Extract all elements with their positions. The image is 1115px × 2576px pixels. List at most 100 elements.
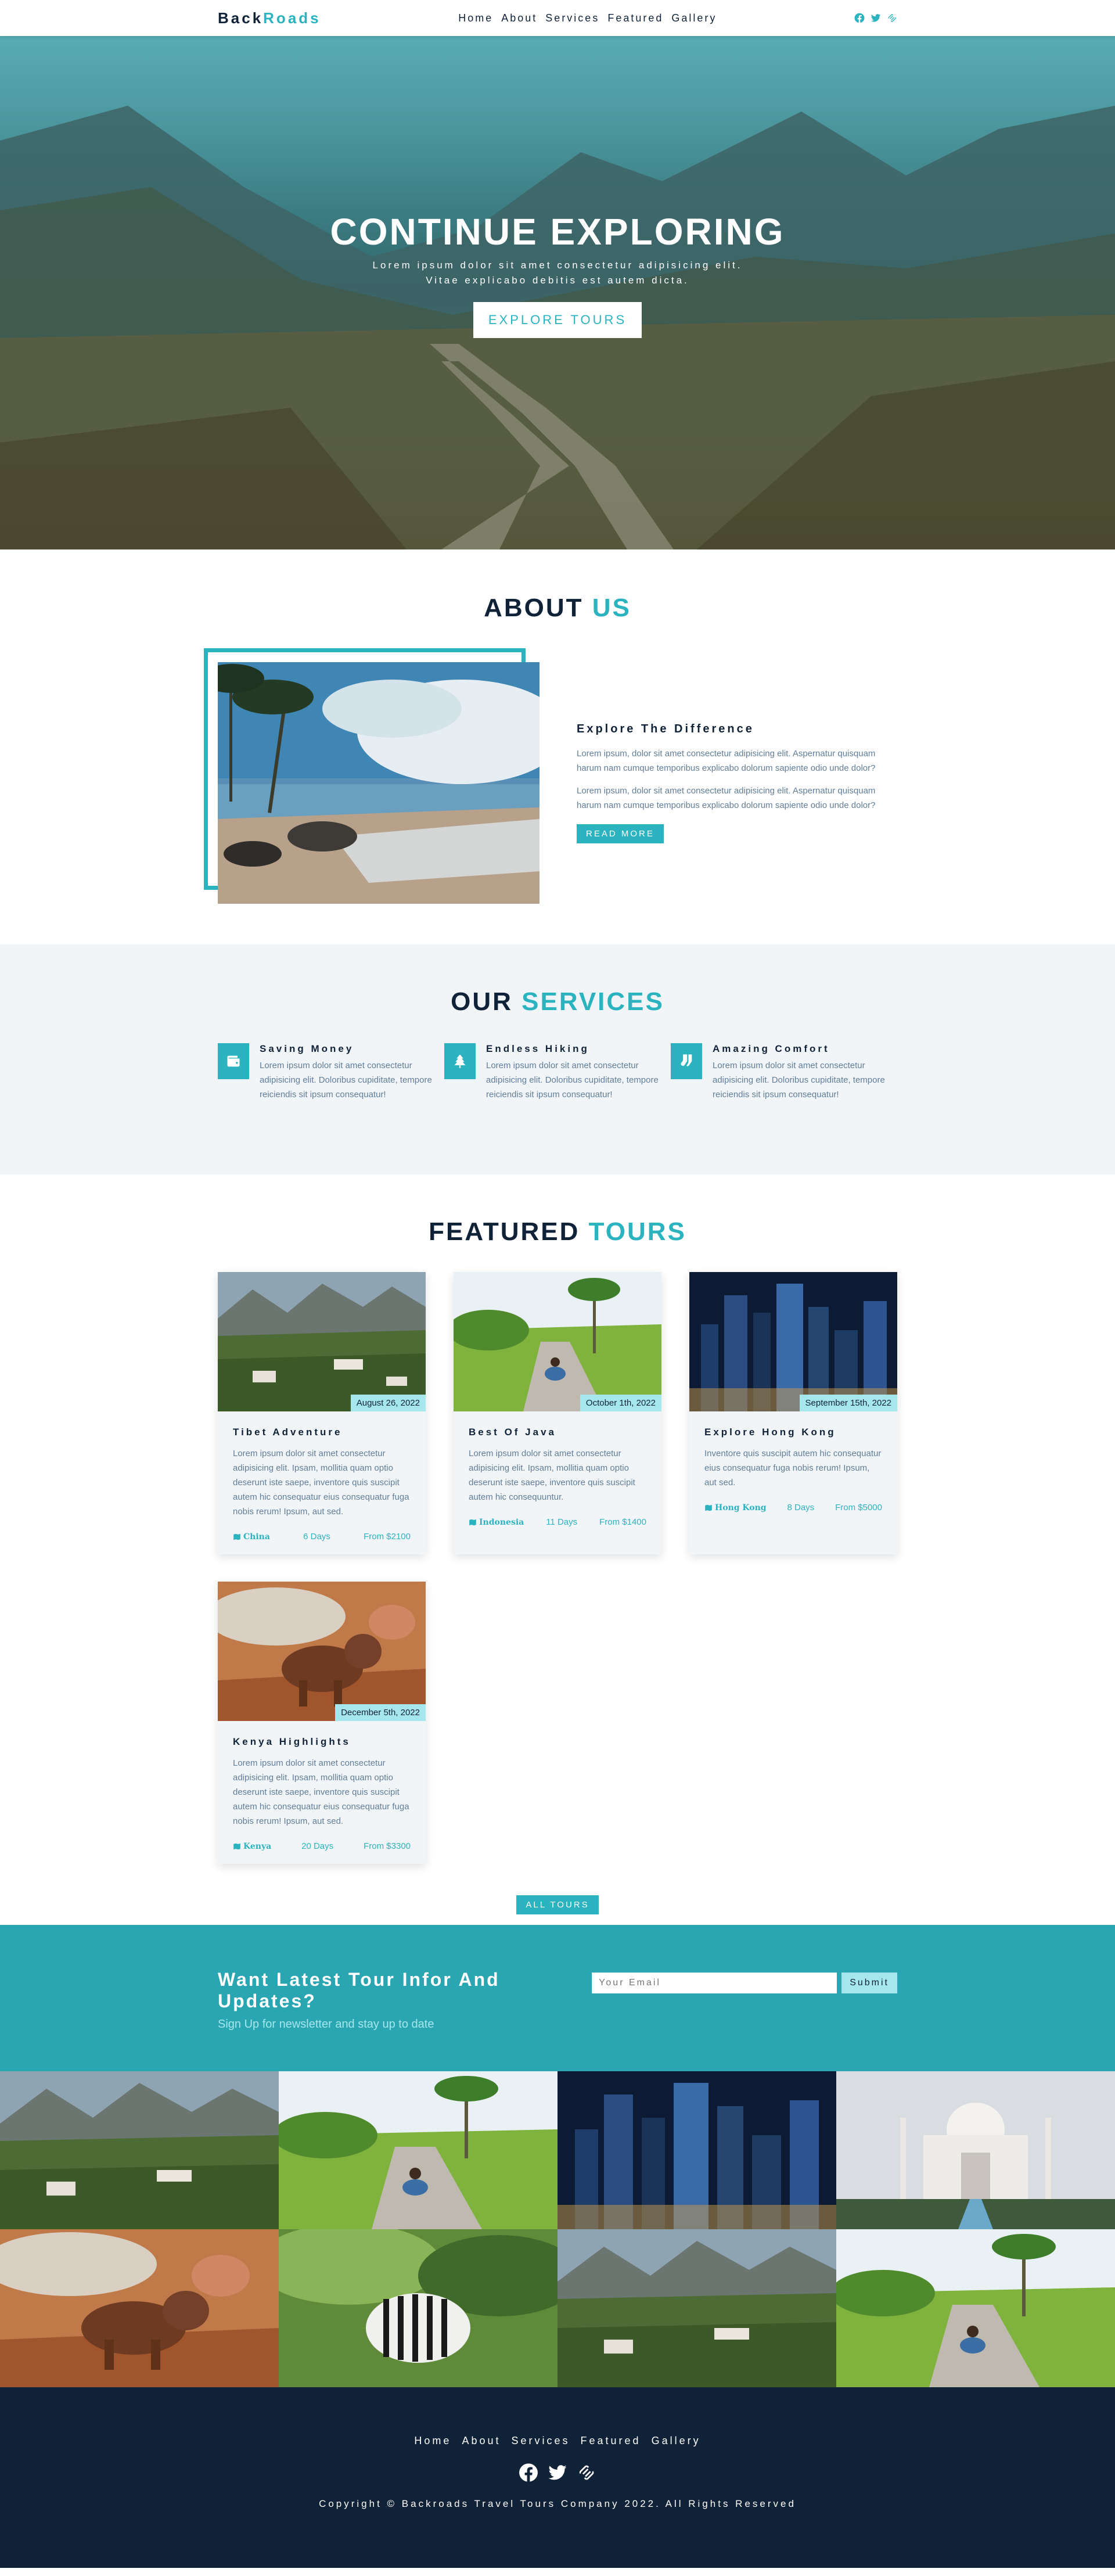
about-title-part2: US bbox=[592, 594, 631, 622]
footer-link-about[interactable]: About bbox=[462, 2435, 501, 2447]
footer-links: Home About Services Featured Gallery bbox=[0, 2435, 1115, 2447]
tour-country: Kenya bbox=[233, 1841, 271, 1851]
map-icon bbox=[705, 1504, 712, 1511]
newsletter-title: Want Latest Tour Infor And Updates? bbox=[218, 1969, 500, 2011]
tour-date: August 26, 2022 bbox=[350, 1395, 426, 1411]
tour-body: Kenya Highlights Lorem ipsum dolor sit a… bbox=[218, 1721, 426, 1864]
twitter-icon[interactable] bbox=[871, 13, 881, 23]
service-body: Endless Hiking Lorem ipsum dolor sit ame… bbox=[486, 1043, 660, 1102]
tour-card[interactable]: December 5th, 2022 Kenya Highlights Lore… bbox=[218, 1582, 426, 1864]
tour-card[interactable]: October 1th, 2022 Best Of Java Lorem ips… bbox=[454, 1272, 661, 1554]
logo[interactable]: BackRoads bbox=[218, 9, 321, 27]
nav-link-services[interactable]: Services bbox=[545, 12, 599, 24]
gallery-image-java[interactable] bbox=[279, 2071, 558, 2229]
newsletter-text: Want Latest Tour Infor And Updates? Sign… bbox=[218, 1969, 592, 2031]
submit-button[interactable]: Submit bbox=[841, 1973, 897, 1993]
tour-image-kenya: December 5th, 2022 bbox=[218, 1582, 426, 1721]
tour-card[interactable]: August 26, 2022 Tibet Adventure Lorem ip… bbox=[218, 1272, 426, 1554]
about-title: ABOUT US bbox=[0, 594, 1115, 623]
tours-title-part2: TOURS bbox=[588, 1217, 686, 1246]
tour-country: China bbox=[233, 1532, 270, 1542]
about-beach-image bbox=[218, 662, 539, 904]
hero-section: CONTINUE EXPLORING Lorem ipsum dolor sit… bbox=[0, 36, 1115, 549]
service-text: Lorem ipsum dolor sit amet consectetur a… bbox=[713, 1061, 885, 1100]
services-section: OUR SERVICES Saving Money Lorem ipsum do… bbox=[0, 944, 1115, 1174]
gallery-section bbox=[0, 2071, 1115, 2387]
newsletter-section: Want Latest Tour Infor And Updates? Sign… bbox=[0, 1925, 1115, 2071]
nav-link-featured[interactable]: Featured bbox=[607, 12, 663, 24]
read-more-button[interactable]: READ MORE bbox=[577, 824, 664, 843]
map-icon bbox=[469, 1519, 476, 1525]
map-icon bbox=[233, 1843, 240, 1849]
gallery-image-tibet-2[interactable] bbox=[558, 2229, 836, 2387]
newsletter-form: Submit bbox=[592, 1973, 897, 2031]
copyright-text: Copyright © Backroads Travel Tours Compa… bbox=[319, 2498, 796, 2509]
gallery-image-kenya[interactable] bbox=[0, 2229, 279, 2387]
tour-body: Tibet Adventure Lorem ipsum dolor sit am… bbox=[218, 1411, 426, 1554]
service-body: Saving Money Lorem ipsum dolor sit amet … bbox=[260, 1043, 434, 1102]
squarespace-icon[interactable] bbox=[887, 13, 897, 23]
footer: Home About Services Featured Gallery Cop… bbox=[0, 2387, 1115, 2568]
service-title: Amazing Comfort bbox=[713, 1043, 830, 1054]
footer-social-icons bbox=[0, 2462, 1115, 2483]
hero-content: CONTINUE EXPLORING Lorem ipsum dolor sit… bbox=[0, 210, 1115, 338]
map-icon bbox=[233, 1533, 240, 1540]
all-tours-button[interactable]: ALL TOURS bbox=[516, 1895, 599, 1914]
gallery-image-taj-mahal[interactable] bbox=[836, 2071, 1115, 2229]
tour-duration: 20 Days bbox=[301, 1841, 334, 1851]
gallery-image-hong-kong[interactable] bbox=[558, 2071, 836, 2229]
newsletter-inner: Want Latest Tour Infor And Updates? Sign… bbox=[218, 1925, 897, 2031]
tours-title-part1: FEATURED bbox=[429, 1217, 580, 1246]
nav-link-home[interactable]: Home bbox=[458, 12, 493, 24]
nav-link-gallery[interactable]: Gallery bbox=[671, 12, 717, 24]
navbar-inner: BackRoads Home About Services Featured G… bbox=[218, 9, 897, 27]
tour-body: Explore Hong Kong Inventore quis suscipi… bbox=[689, 1411, 897, 1525]
tour-duration: 11 Days bbox=[546, 1517, 578, 1527]
gallery-image-java-2[interactable] bbox=[836, 2229, 1115, 2387]
tour-date: December 5th, 2022 bbox=[335, 1704, 426, 1721]
navbar: BackRoads Home About Services Featured G… bbox=[0, 0, 1115, 36]
tour-image-java: October 1th, 2022 bbox=[454, 1272, 661, 1411]
facebook-icon[interactable] bbox=[854, 13, 865, 23]
email-input[interactable] bbox=[592, 1973, 837, 1993]
tour-image-hong-kong: September 15th, 2022 bbox=[689, 1272, 897, 1411]
services-row: Saving Money Lorem ipsum dolor sit amet … bbox=[218, 1043, 897, 1102]
tour-date: September 15th, 2022 bbox=[799, 1395, 897, 1411]
wallet-icon bbox=[218, 1043, 249, 1079]
tour-price: From $3300 bbox=[364, 1841, 411, 1851]
tour-country-name: Kenya bbox=[243, 1841, 272, 1851]
facebook-icon[interactable] bbox=[518, 2462, 539, 2483]
footer-link-gallery[interactable]: Gallery bbox=[652, 2435, 701, 2447]
service-item: Amazing Comfort Lorem ipsum dolor sit am… bbox=[671, 1043, 897, 1102]
service-item: Endless Hiking Lorem ipsum dolor sit ame… bbox=[444, 1043, 671, 1102]
tour-date: October 1th, 2022 bbox=[580, 1395, 661, 1411]
logo-text-roads: Roads bbox=[263, 9, 321, 27]
nav-link-about[interactable]: About bbox=[501, 12, 537, 24]
service-text: Lorem ipsum dolor sit amet consectetur a… bbox=[486, 1061, 659, 1100]
service-text: Lorem ipsum dolor sit amet consectetur a… bbox=[260, 1061, 432, 1100]
twitter-icon[interactable] bbox=[547, 2462, 568, 2483]
tour-text: Lorem ipsum dolor sit amet consectetur a… bbox=[233, 1449, 409, 1517]
service-body: Amazing Comfort Lorem ipsum dolor sit am… bbox=[713, 1043, 887, 1102]
footer-link-featured[interactable]: Featured bbox=[581, 2435, 641, 2447]
tour-card[interactable]: September 15th, 2022 Explore Hong Kong I… bbox=[689, 1272, 897, 1554]
gallery-image-tibet[interactable] bbox=[0, 2071, 279, 2229]
tour-title: Explore Hong Kong bbox=[704, 1427, 836, 1438]
logo-text-back: Back bbox=[218, 9, 264, 27]
tour-price: From $1400 bbox=[599, 1517, 646, 1527]
gallery-image-zebras[interactable] bbox=[279, 2229, 558, 2387]
tour-footer: China 6 Days From $2100 bbox=[233, 1532, 411, 1542]
hero-title: CONTINUE EXPLORING bbox=[330, 211, 785, 253]
tour-duration: 6 Days bbox=[303, 1532, 330, 1542]
explore-tours-button[interactable]: EXPLORE TOURS bbox=[473, 302, 642, 338]
tours-title: FEATURED TOURS bbox=[0, 1217, 1115, 1246]
footer-link-home[interactable]: Home bbox=[414, 2435, 451, 2447]
footer-link-services[interactable]: Services bbox=[511, 2435, 570, 2447]
tour-title: Kenya Highlights bbox=[233, 1736, 351, 1747]
tour-image-tibet: August 26, 2022 bbox=[218, 1272, 426, 1411]
tour-country: Hong Kong bbox=[704, 1503, 767, 1512]
services-title-part1: OUR bbox=[451, 987, 513, 1016]
nav-links: Home About Services Featured Gallery bbox=[458, 12, 717, 24]
about-paragraph-1: Lorem ipsum, dolor sit amet consectetur … bbox=[577, 749, 876, 773]
squarespace-icon[interactable] bbox=[576, 2462, 597, 2483]
